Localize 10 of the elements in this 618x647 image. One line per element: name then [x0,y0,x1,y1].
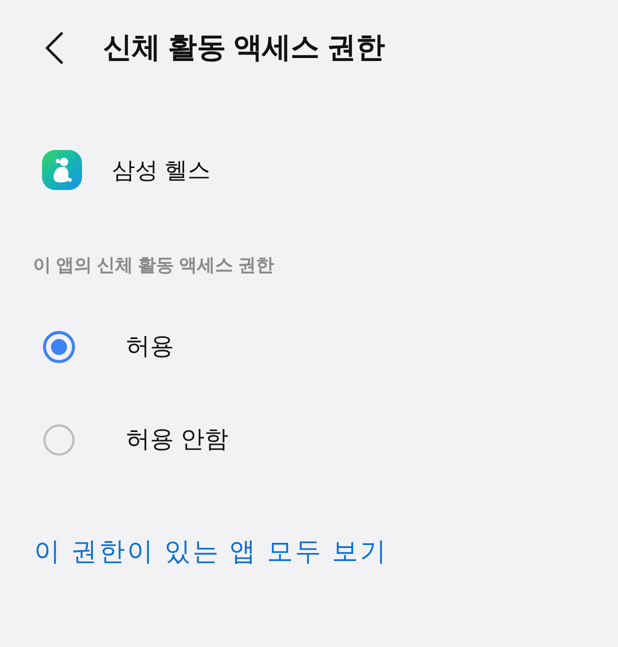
app-name: 삼성 헬스 [112,156,210,185]
page-title: 신체 활동 액세스 권한 [103,31,385,66]
radio-button[interactable] [43,424,75,456]
option-label[interactable]: 허용 [126,332,174,362]
section-header: 이 앱의 신체 활동 액세스 권한 [33,254,274,276]
app-icon [42,150,82,190]
view-all-apps-link[interactable]: 이 권한이 있는 앱 모두 보기 [34,536,388,566]
back-icon [45,32,63,64]
option-label[interactable]: 허용 안함 [126,425,229,455]
radio-button[interactable] [43,331,75,363]
